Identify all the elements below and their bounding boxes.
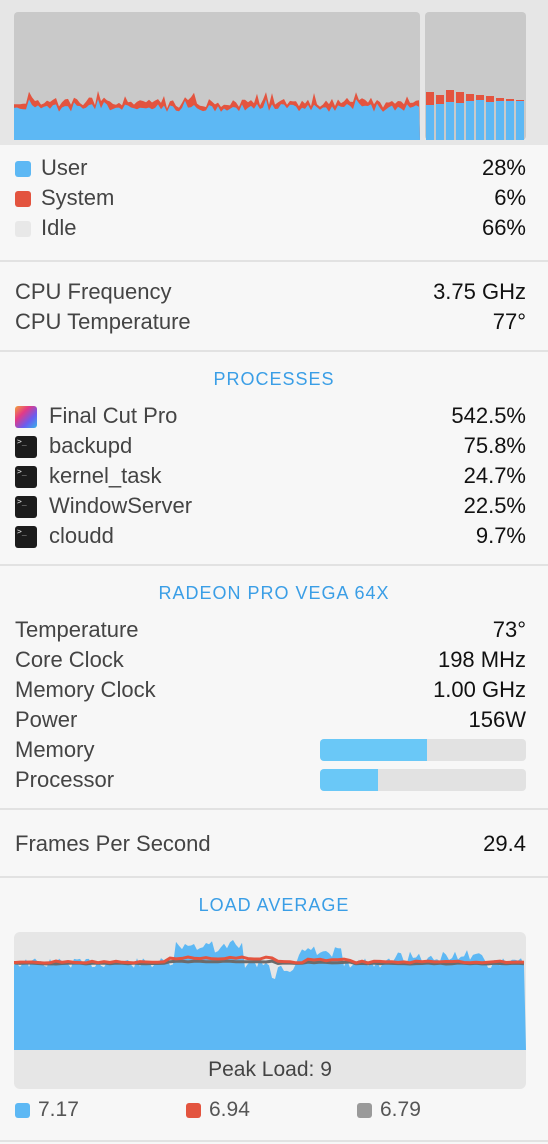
load-average-title: LOAD AVERAGE [198,895,350,915]
load-average-svg [14,940,526,1050]
cpu-temperature-value: 77° [492,309,526,334]
process-cpu-value: 24.7% [463,463,526,488]
gpu-core-clock-label: Core Clock [15,647,124,672]
load-5min-value: 6.94 [209,1098,250,1121]
load-legend-1min: 7.17 [15,1098,79,1122]
process-cpu-value: 9.7% [475,523,526,548]
fps-value: 29.4 [483,831,526,856]
gpu-memory-clock-label: Memory Clock [15,677,156,702]
cpu-user-label: User [41,155,88,180]
gpu-memory-clock-value: 1.00 GHz [433,677,526,702]
cpu-user-value: 28% [481,155,526,180]
terminal-icon [15,496,37,519]
idle-color-swatch [15,221,31,238]
load-average-graph: Peak Load: 9 [14,932,526,1089]
process-name: cloudd [49,523,114,548]
process-row[interactable]: backupd 75.8% [15,431,526,461]
gpu-processor-bar [320,769,526,791]
process-row[interactable]: kernel_task 24.7% [15,461,526,491]
core-user-bar [476,100,484,140]
terminal-icon [15,466,37,489]
divider [0,1140,548,1142]
core-user-bar [506,101,514,140]
cpu-system-value: 6% [494,185,526,210]
gpu-memory-bar [320,739,526,761]
load-1min-value: 7.17 [38,1098,79,1121]
core-user-bar [496,101,504,140]
core-user-bar [446,102,454,140]
cpu-history-svg [14,12,526,140]
process-cpu-value: 542.5% [451,403,526,428]
cpu-history-graph [0,0,548,145]
process-name: WindowServer [49,493,193,518]
terminal-icon [15,526,37,549]
divider [0,350,548,352]
gpu-processor-bar-fill [320,769,378,791]
core-user-bar [466,101,474,140]
fps-label: Frames Per Second [15,831,211,856]
user-color-swatch [15,161,31,178]
core-user-bar [426,105,434,140]
process-row[interactable]: WindowServer 22.5% [15,491,526,521]
core-user-bar [436,104,444,140]
gpu-memory-bar-fill [320,739,428,761]
load-1min-swatch [15,1102,30,1118]
process-cpu-value: 22.5% [463,493,526,518]
load-5min-swatch [186,1102,201,1118]
divider [0,260,548,262]
core-user-bar [486,102,494,140]
cpu-idle-value: 66% [481,215,526,240]
terminal-icon [15,436,37,459]
process-row[interactable]: cloudd 9.7% [15,521,526,551]
gpu-temperature-label: Temperature [15,617,139,642]
divider [0,808,548,810]
cpu-temperature-row: CPU Temperature 77° [15,307,526,337]
cpu-idle-label: Idle [41,215,77,240]
load-15min-swatch [357,1102,372,1118]
process-name: Final Cut Pro [49,403,178,428]
divider [0,876,548,878]
core-user-bar [456,103,464,140]
gpu-memory-clock-row: Memory Clock 1.00 GHz [15,675,526,705]
load-15min-value: 6.79 [380,1098,421,1121]
gpu-power-value: 156W [468,707,526,732]
gpu-core-clock-value: 198 MHz [437,647,526,672]
process-cpu-value: 75.8% [463,433,526,458]
cpu-frequency-label: CPU Frequency [15,279,172,304]
process-name: kernel_task [49,463,162,488]
processes-title: PROCESSES [213,369,335,389]
cpu-temperature-label: CPU Temperature [15,309,191,334]
cpu-system-row: System 6% [15,183,526,213]
cpu-frequency-row: CPU Frequency 3.75 GHz [15,277,526,307]
final-cut-pro-icon [15,406,37,429]
gpu-temperature-row: Temperature 73° [15,615,526,645]
gpu-power-row: Power 156W [15,705,526,735]
gpu-core-clock-row: Core Clock 198 MHz [15,645,526,675]
peak-load-label: Peak Load: 9 [208,1058,332,1081]
cpu-idle-row: Idle 66% [15,213,526,243]
load-legend-15min: 6.79 [357,1098,421,1122]
gpu-temperature-value: 73° [492,617,526,642]
cpu-user-row: User 28% [15,153,526,183]
process-row[interactable]: Final Cut Pro 542.5% [15,401,526,431]
process-name: backupd [49,433,133,458]
gpu-title: RADEON PRO VEGA 64X [158,583,390,603]
core-user-bar [516,101,524,140]
load-legend-5min: 6.94 [186,1098,250,1122]
gpu-power-label: Power [15,707,78,732]
system-color-swatch [15,191,31,208]
cpu-system-label: System [41,185,115,210]
fps-row: Frames Per Second 29.4 [15,829,526,859]
cpu-frequency-value: 3.75 GHz [433,279,526,304]
divider [0,564,548,566]
